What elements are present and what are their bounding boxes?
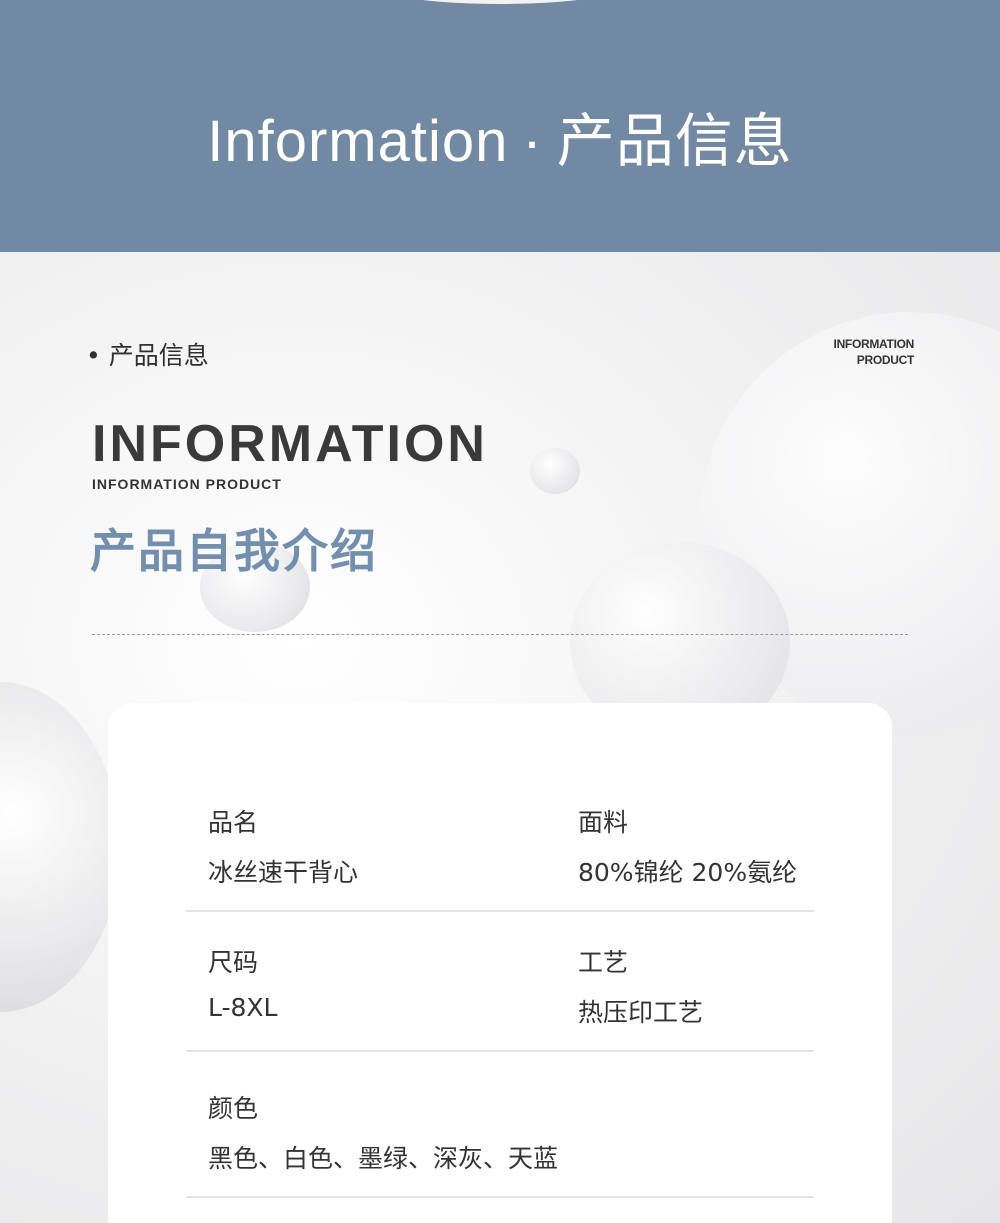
header-banner: Information · 产品信息: [0, 0, 1000, 252]
row-divider: [186, 1050, 814, 1052]
sphere-decoration: [530, 448, 580, 494]
field-craft: 工艺 热压印工艺: [578, 943, 703, 1029]
section-label: • 产品信息: [86, 341, 209, 370]
field-size: 尺码 L-8XL: [208, 943, 277, 1022]
row-divider: [186, 910, 814, 912]
sphere-decoration: [0, 682, 120, 1012]
field-color-value: 黑色、白色、墨绿、深灰、天蓝: [208, 1144, 559, 1173]
big-title: INFORMATION: [92, 415, 488, 473]
banner-title: Information · 产品信息: [0, 94, 1000, 178]
field-size-value: L-8XL: [208, 993, 278, 1022]
field-name-value: 冰丝速干背心: [208, 858, 359, 887]
field-color: 颜色 黑色、白色、墨绿、深灰、天蓝: [208, 1089, 558, 1175]
banner-arc-decoration: [380, 0, 620, 4]
field-craft-label: 工艺: [578, 948, 629, 977]
dashed-divider: [92, 634, 908, 635]
sub-title: INFORMATION PRODUCT: [92, 476, 282, 492]
product-info-card: 品名 冰丝速干背心 面料 80%锦纶 20%氨纶 尺码 L-8XL 工艺 热压印…: [108, 703, 892, 1223]
banner-title-en: Information: [207, 109, 509, 174]
field-name: 品名 冰丝速干背心: [208, 803, 358, 889]
field-fabric: 面料 80%锦纶 20%氨纶: [578, 803, 797, 889]
corner-caption: INFORMATION PRODUCT: [833, 336, 915, 368]
corner-caption-line2: PRODUCT: [856, 353, 915, 367]
field-color-label: 颜色: [208, 1094, 259, 1123]
field-name-label: 品名: [208, 808, 259, 837]
field-fabric-label: 面料: [578, 808, 629, 837]
banner-title-separator: ·: [522, 109, 543, 174]
corner-caption-line1: INFORMATION: [833, 337, 915, 351]
field-craft-value: 热压印工艺: [578, 998, 704, 1027]
row-divider: [186, 1196, 814, 1198]
product-intro-title: 产品自我介绍: [90, 524, 378, 578]
field-size-label: 尺码: [208, 948, 259, 977]
field-fabric-value: 80%锦纶 20%氨纶: [578, 858, 798, 887]
banner-title-cn: 产品信息: [556, 109, 793, 174]
